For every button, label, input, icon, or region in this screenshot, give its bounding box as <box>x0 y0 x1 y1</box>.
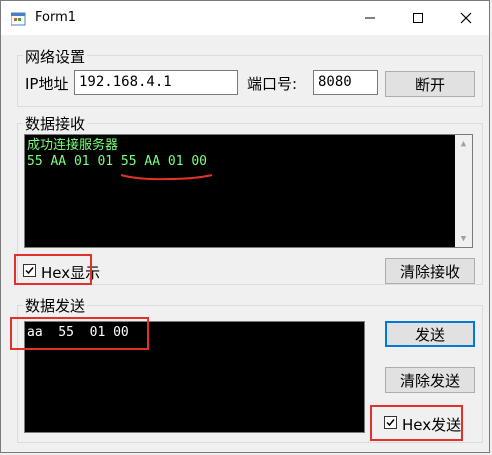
ip-label: IP地址 <box>25 75 69 93</box>
hex-send-checkbox[interactable] <box>384 416 397 429</box>
close-button[interactable] <box>443 1 489 35</box>
minimize-button[interactable] <box>347 1 393 35</box>
window-title: Form1 <box>35 10 77 25</box>
minimize-icon <box>365 17 375 19</box>
send-button[interactable]: 发送 <box>385 321 475 347</box>
close-icon <box>460 12 472 24</box>
app-icon <box>11 12 26 26</box>
receive-line: 成功连接服务器 <box>27 138 119 153</box>
network-group-title: 网络设置 <box>23 46 88 67</box>
port-label: 端口号: <box>247 75 298 93</box>
clear-receive-button[interactable]: 清除接收 <box>385 258 475 284</box>
clear-send-button[interactable]: 清除发送 <box>385 367 475 393</box>
disconnect-button[interactable]: 断开 <box>385 71 475 97</box>
receive-textarea[interactable]: 成功连接服务器 55 AA 01 01 55 AA 01 00 ▲ ▼ <box>24 134 473 248</box>
main-window: Form1 网络设置 IP地址 192.168.4.1 端口号: 8080 断开… <box>0 0 490 453</box>
maximize-icon <box>413 13 423 23</box>
underline-annotation <box>120 174 213 181</box>
hex-send-label: Hex发送 <box>402 416 462 434</box>
receive-group-title: 数据接收 <box>23 113 88 134</box>
title-bar[interactable]: Form1 <box>1 1 489 35</box>
check-icon <box>386 419 395 427</box>
hex-display-label: Hex显示 <box>41 264 101 282</box>
ip-input[interactable]: 192.168.4.1 <box>74 70 238 95</box>
receive-scrollbar[interactable]: ▲ ▼ <box>455 135 472 247</box>
send-textarea[interactable]: aa 55 01 00 <box>24 321 365 433</box>
hex-display-checkbox[interactable] <box>23 264 36 277</box>
scroll-up-icon[interactable]: ▲ <box>455 135 472 152</box>
receive-line: 55 AA 01 01 55 AA 01 00 <box>27 154 208 169</box>
scroll-down-icon[interactable]: ▼ <box>455 230 472 247</box>
check-icon <box>25 267 34 275</box>
send-text: aa 55 01 00 <box>27 325 129 340</box>
maximize-button[interactable] <box>395 1 441 35</box>
send-group-title: 数据发送 <box>23 295 88 316</box>
port-input[interactable]: 8080 <box>313 70 378 95</box>
